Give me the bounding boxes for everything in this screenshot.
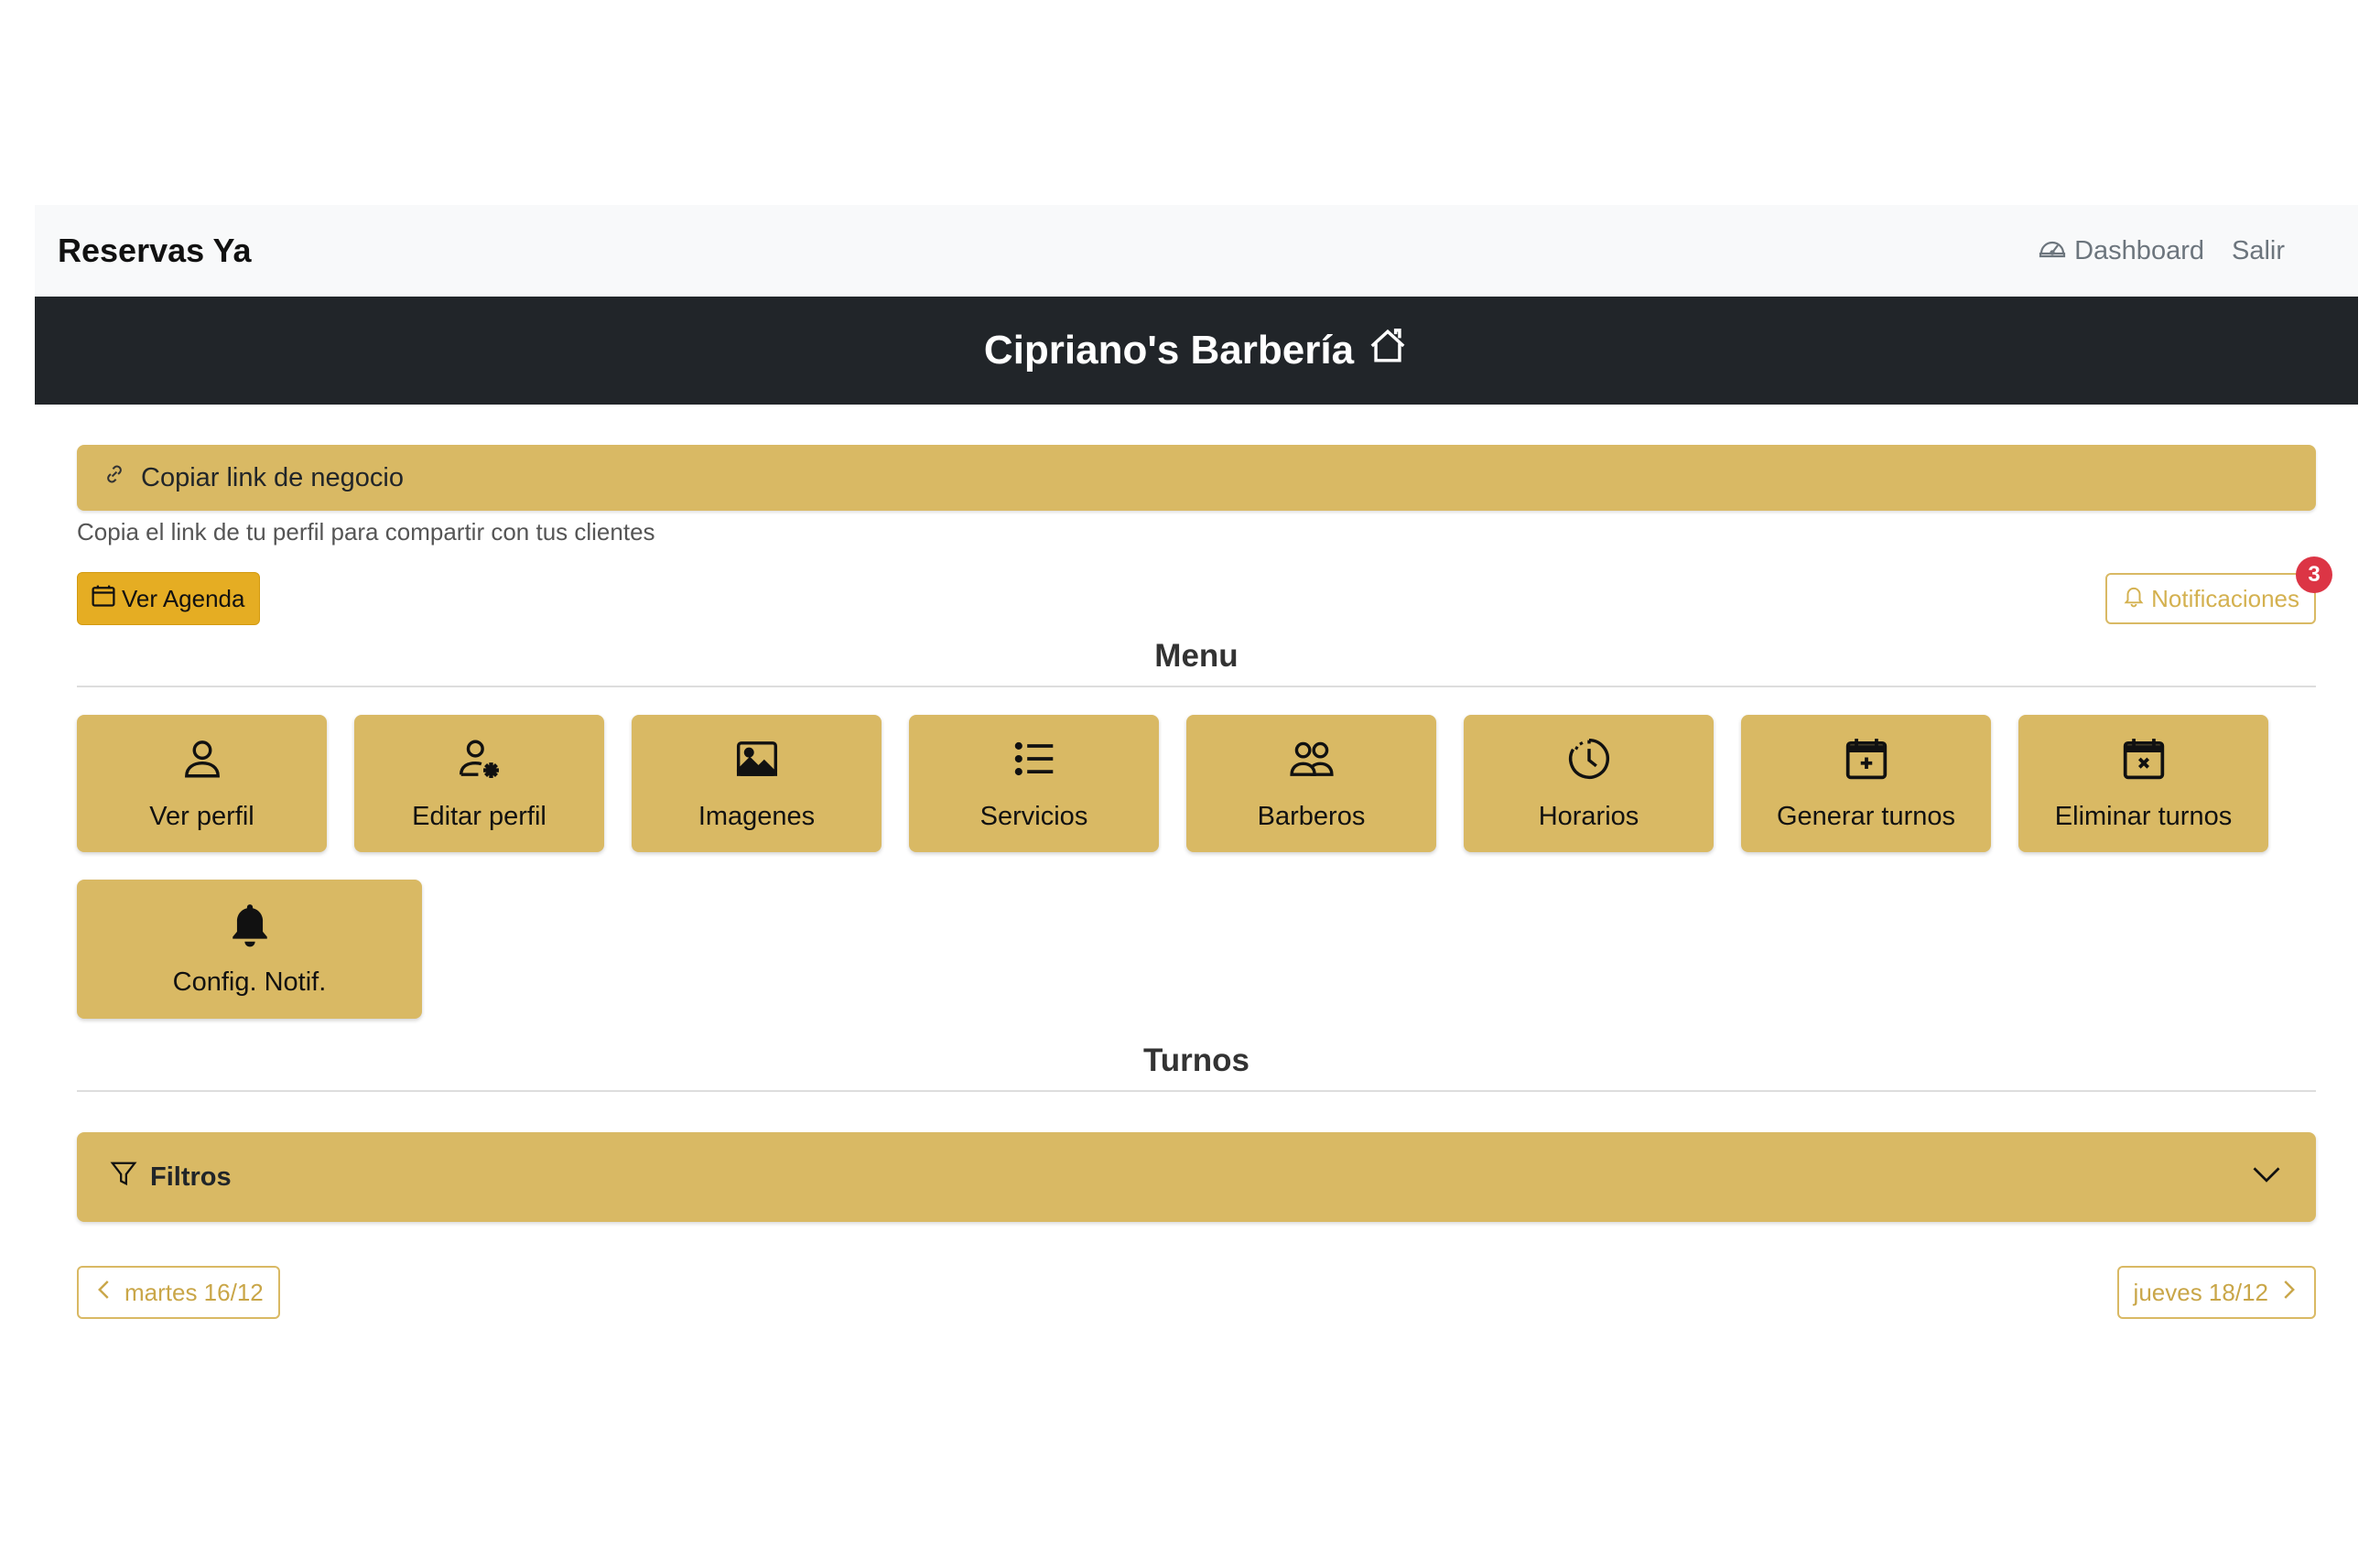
copy-link-label: Copiar link de negocio — [141, 462, 404, 492]
funnel-icon — [110, 1160, 137, 1194]
tile-label: Horarios — [1538, 801, 1639, 831]
tile-label: Config. Notif. — [172, 967, 327, 997]
chevron-down-icon[interactable] — [2250, 1157, 2283, 1197]
person-icon — [179, 736, 225, 789]
filters-label: Filtros — [150, 1162, 232, 1192]
tile-servicios[interactable]: Servicios — [909, 715, 1159, 852]
business-title: Cipriano's Barbería — [983, 328, 1355, 373]
chevron-left-icon — [93, 1279, 115, 1307]
calendar-x-icon — [2121, 736, 2167, 789]
tile-ver-perfil[interactable]: Ver perfil — [77, 715, 327, 852]
turnos-title: Turnos — [1142, 1043, 1250, 1078]
tile-label: Eliminar turnos — [2054, 801, 2233, 831]
notifications-button[interactable]: Notificaciones 3 — [2105, 556, 2332, 624]
logout-link[interactable]: Salir — [2232, 236, 2285, 266]
tile-generar-turnos[interactable]: Generar turnos — [1741, 715, 1991, 852]
menu-divider — [77, 686, 2316, 687]
app-frame: Reservas Ya Dashboard Salir Cipriano's B… — [35, 205, 2358, 1319]
image-icon — [734, 736, 780, 789]
tile-editar-perfil[interactable]: Editar perfil — [354, 715, 604, 852]
tile-label: Servicios — [979, 801, 1088, 831]
chevron-right-icon — [2277, 1279, 2299, 1307]
filters-header: Filtros — [110, 1160, 232, 1194]
tile-label: Ver perfil — [149, 801, 254, 831]
bell-fill-icon — [227, 902, 273, 955]
copy-link-button[interactable]: Copiar link de negocio — [77, 445, 2316, 511]
calendar-icon — [91, 583, 116, 615]
dashboard-label: Dashboard — [2074, 235, 2204, 265]
prev-day-label: martes 16/12 — [124, 1278, 264, 1306]
menu-tiles: Ver perfil Editar perfil Imagenes Servic… — [77, 715, 2316, 1019]
people-icon — [1289, 736, 1335, 789]
navbar: Reservas Ya Dashboard Salir — [35, 205, 2358, 297]
tile-horarios[interactable]: Horarios — [1464, 715, 1714, 852]
notifications-count-badge: 3 — [2296, 556, 2332, 593]
view-agenda-label: Ver Agenda — [122, 584, 245, 612]
date-navigation: martes 16/12 jueves 18/12 — [77, 1266, 2316, 1319]
person-gear-icon — [457, 736, 503, 789]
tile-label: Editar perfil — [412, 801, 546, 831]
notifications-label: Notificaciones — [2151, 584, 2299, 612]
action-row: Ver Agenda Notificaciones 3 — [77, 556, 2332, 625]
next-day-label: jueves 18/12 — [2133, 1278, 2268, 1306]
tile-label: Generar turnos — [1776, 801, 1956, 831]
menu-title: Menu — [1154, 638, 1239, 674]
copy-link-helper: Copia el link de tu perfil para comparti… — [77, 518, 655, 546]
clock-icon — [1566, 736, 1612, 789]
speedometer-icon — [2038, 232, 2067, 269]
nav-links: Dashboard Salir — [2038, 232, 2285, 269]
tile-imagenes[interactable]: Imagenes — [632, 715, 882, 852]
list-icon — [1012, 736, 1057, 789]
tile-config-notif[interactable]: Config. Notif. — [77, 880, 422, 1019]
main-content: Copiar link de negocio Copia el link de … — [77, 445, 2332, 1319]
tile-label: Imagenes — [698, 801, 816, 831]
brand-logo[interactable]: Reservas Ya — [58, 232, 252, 270]
filters-accordion[interactable]: Filtros — [77, 1132, 2316, 1222]
link-icon — [103, 462, 126, 493]
calendar-plus-icon — [1844, 736, 1889, 789]
turnos-divider — [77, 1090, 2316, 1092]
business-banner: Cipriano's Barbería — [35, 297, 2358, 405]
tile-eliminar-turnos[interactable]: Eliminar turnos — [2018, 715, 2268, 852]
next-day-button[interactable]: jueves 18/12 — [2116, 1266, 2316, 1319]
dashboard-link[interactable]: Dashboard — [2038, 232, 2204, 269]
view-agenda-button[interactable]: Ver Agenda — [77, 572, 261, 625]
tile-barberos[interactable]: Barberos — [1186, 715, 1436, 852]
prev-day-button[interactable]: martes 16/12 — [77, 1266, 280, 1319]
house-icon — [1367, 325, 1409, 377]
tile-label: Barberos — [1257, 801, 1366, 831]
bell-icon — [2122, 584, 2146, 614]
